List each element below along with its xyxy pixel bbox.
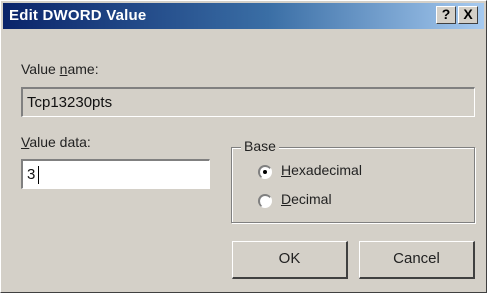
dialog-title: Edit DWORD Value — [9, 7, 147, 24]
value-data-input[interactable]: 3 — [21, 159, 210, 189]
radio-selected-dot — [263, 170, 267, 174]
hexadecimal-radio[interactable] — [258, 165, 272, 179]
value-name-label: Value name: — [21, 61, 99, 77]
base-group-title: Base — [241, 138, 279, 154]
close-icon: X — [463, 6, 473, 22]
value-data-text: 3 — [27, 166, 36, 183]
close-button[interactable]: X — [458, 6, 478, 24]
edit-dword-dialog: Edit DWORD Value ? X Value name: Tcp1323… — [0, 0, 487, 293]
value-data-label: Value data: — [21, 134, 91, 150]
text-caret — [38, 166, 39, 184]
title-bar[interactable]: Edit DWORD Value ? X — [3, 3, 484, 29]
value-name-text: Tcp13230pts — [27, 94, 113, 111]
cancel-button[interactable]: Cancel — [359, 241, 475, 279]
help-icon: ? — [441, 6, 451, 22]
ok-button[interactable]: OK — [232, 241, 348, 279]
hexadecimal-label[interactable]: Hexadecimal — [281, 162, 362, 178]
decimal-label[interactable]: Decimal — [281, 191, 332, 207]
base-groupbox — [231, 147, 475, 223]
value-name-field[interactable]: Tcp13230pts — [21, 87, 475, 117]
help-button[interactable]: ? — [436, 6, 456, 24]
decimal-radio[interactable] — [258, 194, 272, 208]
